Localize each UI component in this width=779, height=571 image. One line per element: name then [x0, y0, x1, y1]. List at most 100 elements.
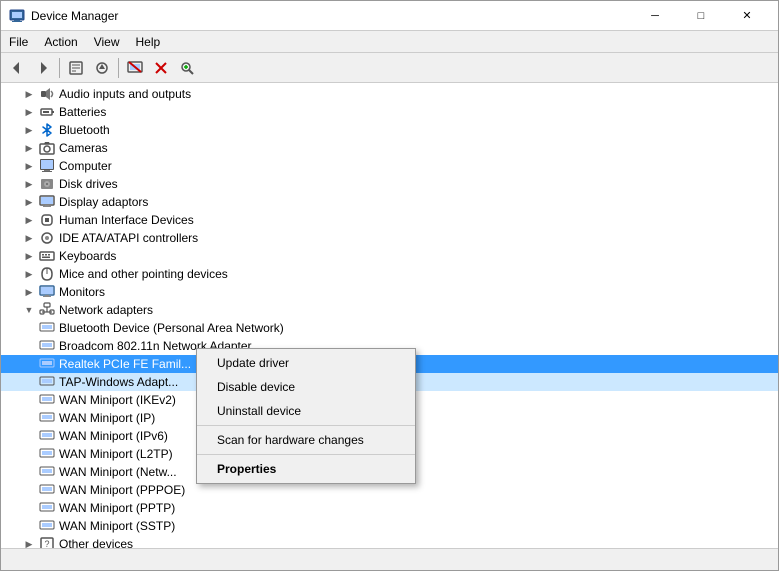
- scan-button[interactable]: [175, 56, 199, 80]
- wan-ppoe-label: WAN Miniport (PPPOE): [57, 483, 185, 497]
- wan-ikev2-icon: [39, 392, 55, 408]
- disk-label: Disk drives: [57, 177, 118, 191]
- network-label: Network adapters: [57, 303, 153, 317]
- wan-ip-label: WAN Miniport (IP): [57, 411, 155, 425]
- tree-item-computer[interactable]: ▶ Computer: [1, 157, 778, 175]
- menu-bar: File Action View Help: [1, 31, 778, 53]
- close-button[interactable]: ✕: [724, 1, 770, 31]
- tree-item-net-bt[interactable]: Bluetooth Device (Personal Area Network): [1, 319, 778, 337]
- tree-item-keyboards[interactable]: ▶ Keyboards: [1, 247, 778, 265]
- title-bar-icon: [9, 8, 25, 24]
- expand-cameras[interactable]: ▶: [21, 140, 37, 156]
- tree-item-monitors[interactable]: ▶ Monitors: [1, 283, 778, 301]
- other-label: Other devices: [57, 537, 133, 548]
- menu-file[interactable]: File: [1, 33, 36, 51]
- expand-hid[interactable]: ▶: [21, 212, 37, 228]
- menu-action[interactable]: Action: [36, 33, 85, 51]
- audio-icon: [39, 86, 55, 102]
- title-bar: Device Manager ─ □ ✕: [1, 1, 778, 31]
- ide-label: IDE ATA/ATAPI controllers: [57, 231, 198, 245]
- expand-monitors[interactable]: ▶: [21, 284, 37, 300]
- tree-item-batteries[interactable]: ▶ Batteries: [1, 103, 778, 121]
- realtek-icon: [39, 356, 55, 372]
- context-disable-device[interactable]: Disable device: [197, 375, 415, 399]
- display-label: Display adaptors: [57, 195, 148, 209]
- update-driver-button[interactable]: [90, 56, 114, 80]
- tree-item-wan-pptp[interactable]: WAN Miniport (PPTP): [1, 499, 778, 517]
- forward-button[interactable]: [31, 56, 55, 80]
- display-icon: [39, 194, 55, 210]
- wan-pptp-label: WAN Miniport (PPTP): [57, 501, 175, 515]
- keyboards-label: Keyboards: [57, 249, 116, 263]
- context-properties[interactable]: Properties: [197, 457, 415, 481]
- tree-item-network[interactable]: ▼ Network adapters: [1, 301, 778, 319]
- context-update-driver[interactable]: Update driver: [197, 351, 415, 375]
- wan-ipv6-icon: [39, 428, 55, 444]
- tree-item-mice[interactable]: ▶ Mice and other pointing devices: [1, 265, 778, 283]
- minimize-button[interactable]: ─: [632, 1, 678, 31]
- monitors-icon: [39, 284, 55, 300]
- mice-icon: [39, 266, 55, 282]
- disk-icon: [39, 176, 55, 192]
- svg-text:?: ?: [44, 539, 49, 548]
- context-scan-hardware[interactable]: Scan for hardware changes: [197, 428, 415, 452]
- wan-sstp-label: WAN Miniport (SSTP): [57, 519, 175, 533]
- wan-l2tp-icon: [39, 446, 55, 462]
- expand-bluetooth[interactable]: ▶: [21, 122, 37, 138]
- computer-icon: [39, 158, 55, 174]
- ide-icon: [39, 230, 55, 246]
- wan-sstp-icon: [39, 518, 55, 534]
- expand-audio[interactable]: ▶: [21, 86, 37, 102]
- tree-item-cameras[interactable]: ▶ Cameras: [1, 139, 778, 157]
- bluetooth-icon: [39, 122, 55, 138]
- main-content: ▶ Audio inputs and outputs ▶: [1, 83, 778, 548]
- toolbar-sep-2: [118, 58, 119, 78]
- cameras-icon: [39, 140, 55, 156]
- expand-mice[interactable]: ▶: [21, 266, 37, 282]
- expand-batteries[interactable]: ▶: [21, 104, 37, 120]
- tree-item-bluetooth[interactable]: ▶ Bluetooth: [1, 121, 778, 139]
- audio-label: Audio inputs and outputs: [57, 87, 191, 101]
- mice-label: Mice and other pointing devices: [57, 267, 228, 281]
- wan-ppoe-icon: [39, 482, 55, 498]
- wan-netw-icon: [39, 464, 55, 480]
- expand-disk[interactable]: ▶: [21, 176, 37, 192]
- wan-ikev2-label: WAN Miniport (IKEv2): [57, 393, 176, 407]
- tree-item-disk[interactable]: ▶ Disk drives: [1, 175, 778, 193]
- expand-computer[interactable]: ▶: [21, 158, 37, 174]
- properties-button[interactable]: [64, 56, 88, 80]
- tree-item-hid[interactable]: ▶ Human Interface Devices: [1, 211, 778, 229]
- expand-other[interactable]: ▶: [21, 536, 37, 548]
- hid-icon: [39, 212, 55, 228]
- tap-icon: [39, 374, 55, 390]
- menu-help[interactable]: Help: [128, 33, 169, 51]
- context-uninstall-device[interactable]: Uninstall device: [197, 399, 415, 423]
- wan-netw-label: WAN Miniport (Netw...: [57, 465, 177, 479]
- tree-item-wan-sstp[interactable]: WAN Miniport (SSTP): [1, 517, 778, 535]
- tree-item-ide[interactable]: ▶ IDE ATA/ATAPI controllers: [1, 229, 778, 247]
- expand-ide[interactable]: ▶: [21, 230, 37, 246]
- tree-item-other[interactable]: ▶ ? Other devices: [1, 535, 778, 548]
- expand-network[interactable]: ▼: [21, 302, 37, 318]
- maximize-button[interactable]: □: [678, 1, 724, 31]
- wan-pptp-icon: [39, 500, 55, 516]
- wan-ipv6-label: WAN Miniport (IPv6): [57, 429, 168, 443]
- tree-item-display[interactable]: ▶ Display adaptors: [1, 193, 778, 211]
- title-bar-text: Device Manager: [31, 9, 632, 23]
- disable-button[interactable]: [123, 56, 147, 80]
- tree-item-audio[interactable]: ▶ Audio inputs and outputs: [1, 85, 778, 103]
- keyboards-icon: [39, 248, 55, 264]
- menu-view[interactable]: View: [86, 33, 128, 51]
- context-sep-1: [197, 425, 415, 426]
- bluetooth-label: Bluetooth: [57, 123, 110, 137]
- back-button[interactable]: [5, 56, 29, 80]
- uninstall-button[interactable]: [149, 56, 173, 80]
- device-tree[interactable]: ▶ Audio inputs and outputs ▶: [1, 83, 778, 548]
- device-manager-window: Device Manager ─ □ ✕ File Action View He…: [0, 0, 779, 571]
- hid-label: Human Interface Devices: [57, 213, 194, 227]
- expand-display[interactable]: ▶: [21, 194, 37, 210]
- toolbar: [1, 53, 778, 83]
- wan-ip-icon: [39, 410, 55, 426]
- expand-keyboards[interactable]: ▶: [21, 248, 37, 264]
- context-menu: Update driver Disable device Uninstall d…: [196, 348, 416, 484]
